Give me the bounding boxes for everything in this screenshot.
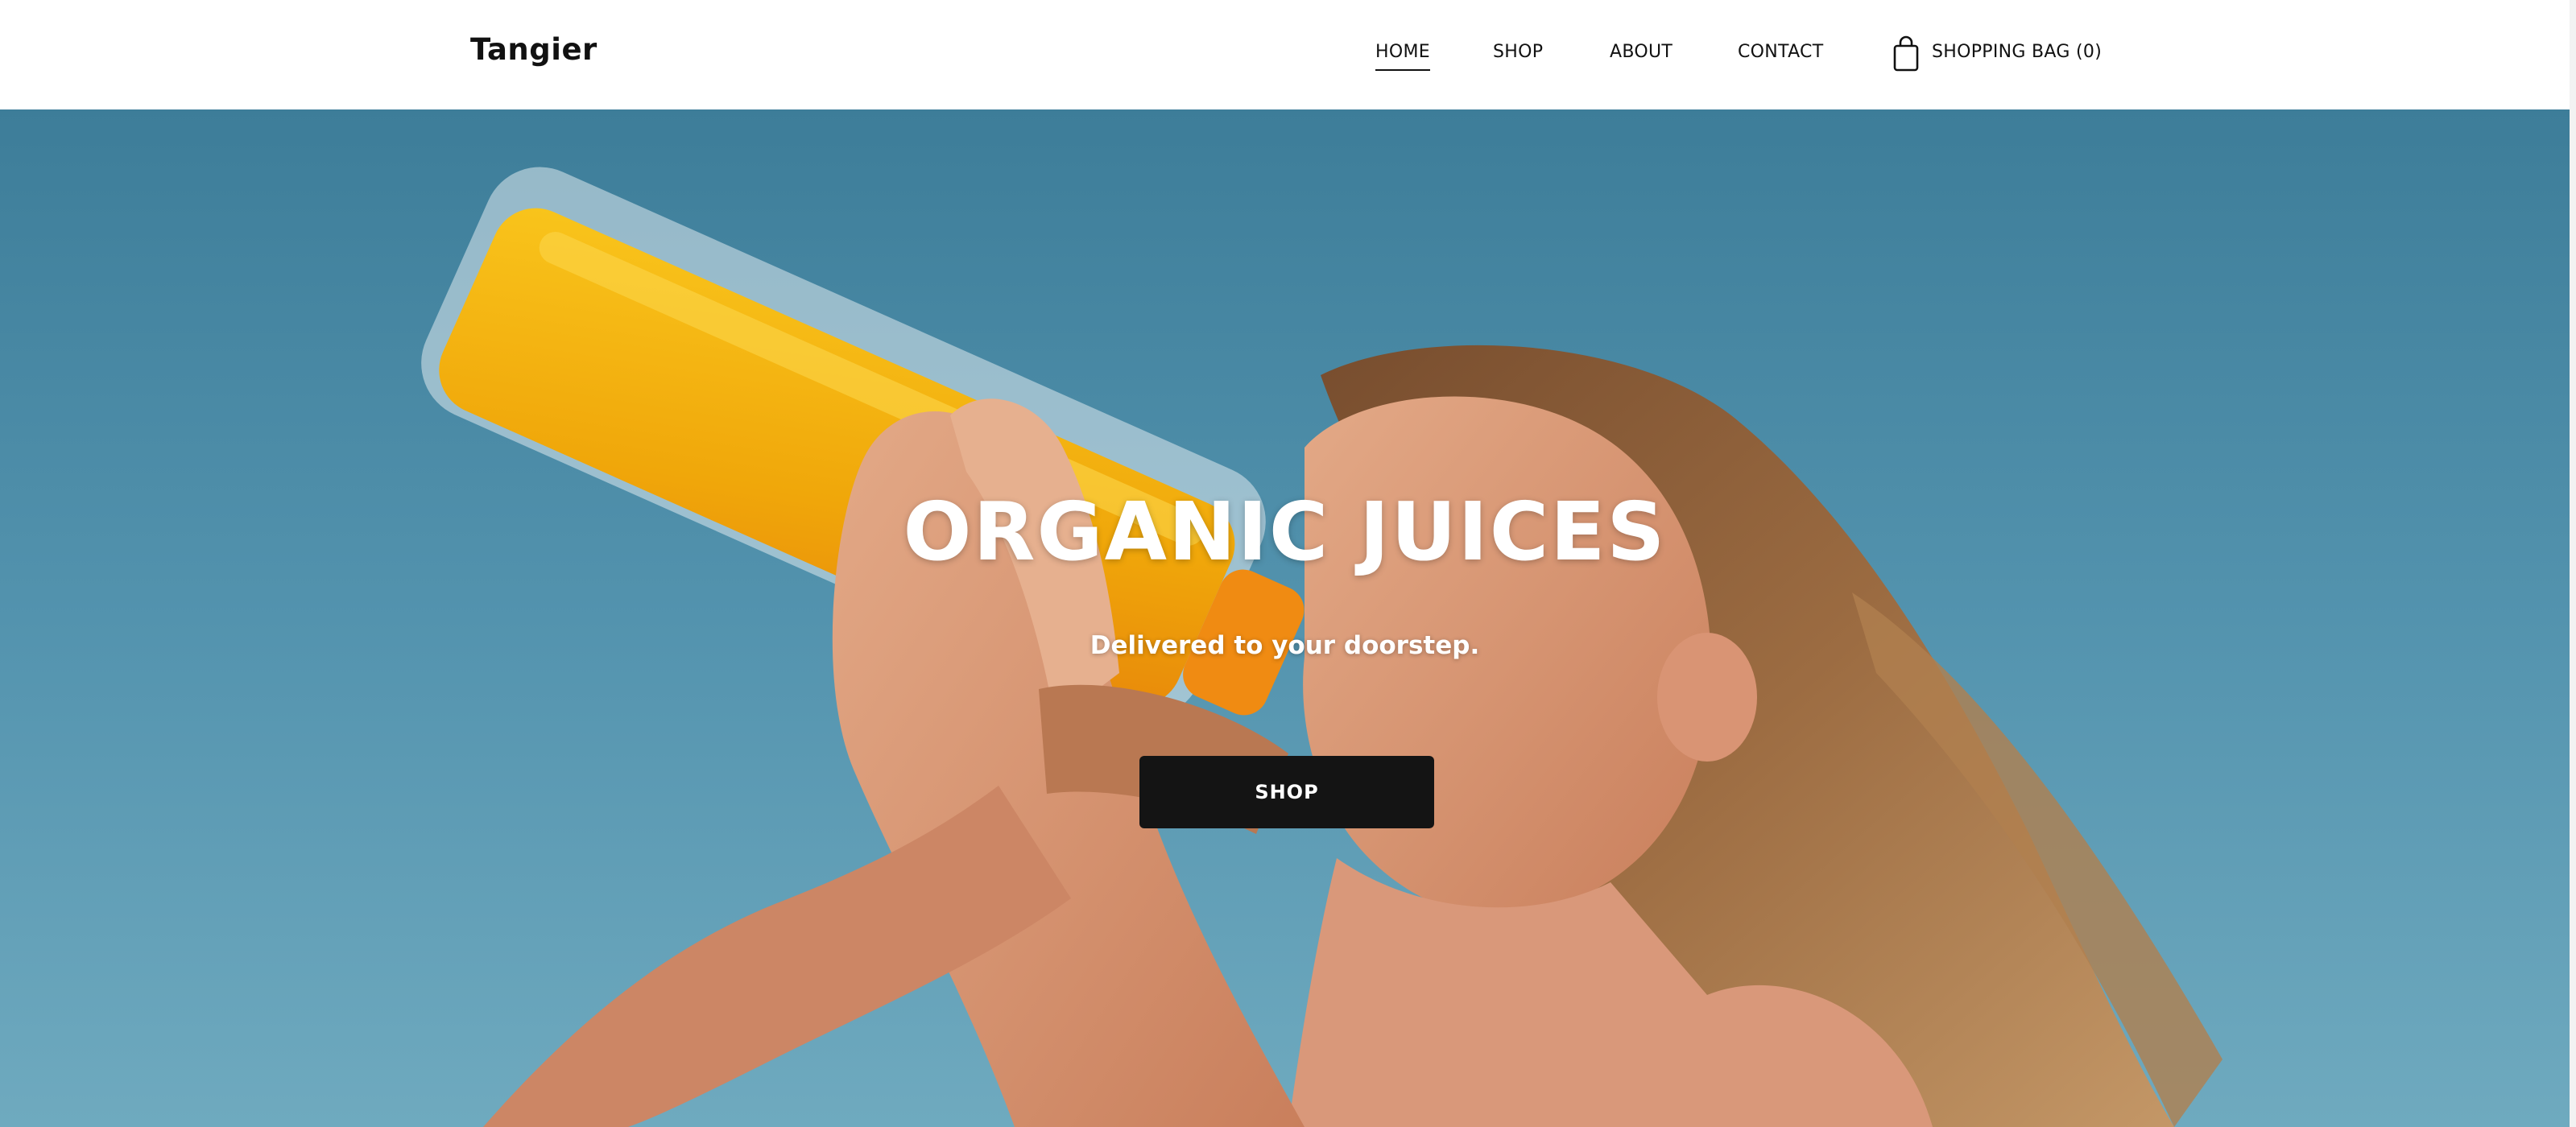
nav-item-about[interactable]: ABOUT — [1610, 42, 1673, 62]
nav-item-home[interactable]: HOME — [1375, 42, 1430, 71]
hero-title: ORGANIC JUICES — [903, 485, 1667, 579]
nav-item-contact[interactable]: CONTACT — [1738, 42, 1823, 62]
hero-subtitle: Delivered to your doorstep. — [1090, 631, 1480, 660]
shop-button[interactable]: SHOP — [1139, 756, 1434, 828]
shopping-bag-label: SHOPPING BAG (0) — [1932, 42, 2103, 62]
shopping-bag-icon — [1893, 35, 1919, 72]
hero-image — [0, 109, 2570, 1127]
page: Tangier HOME SHOP ABOUT CONTACT SHOPPING… — [0, 0, 2576, 1127]
nav-item-shop[interactable]: SHOP — [1493, 42, 1543, 62]
site-logo[interactable]: Tangier — [470, 32, 597, 67]
scrollbar-track[interactable] — [2570, 0, 2576, 1127]
site-header: Tangier HOME SHOP ABOUT CONTACT SHOPPING… — [0, 0, 2576, 109]
hero-banner: ORGANIC JUICES Delivered to your doorste… — [0, 109, 2570, 1127]
